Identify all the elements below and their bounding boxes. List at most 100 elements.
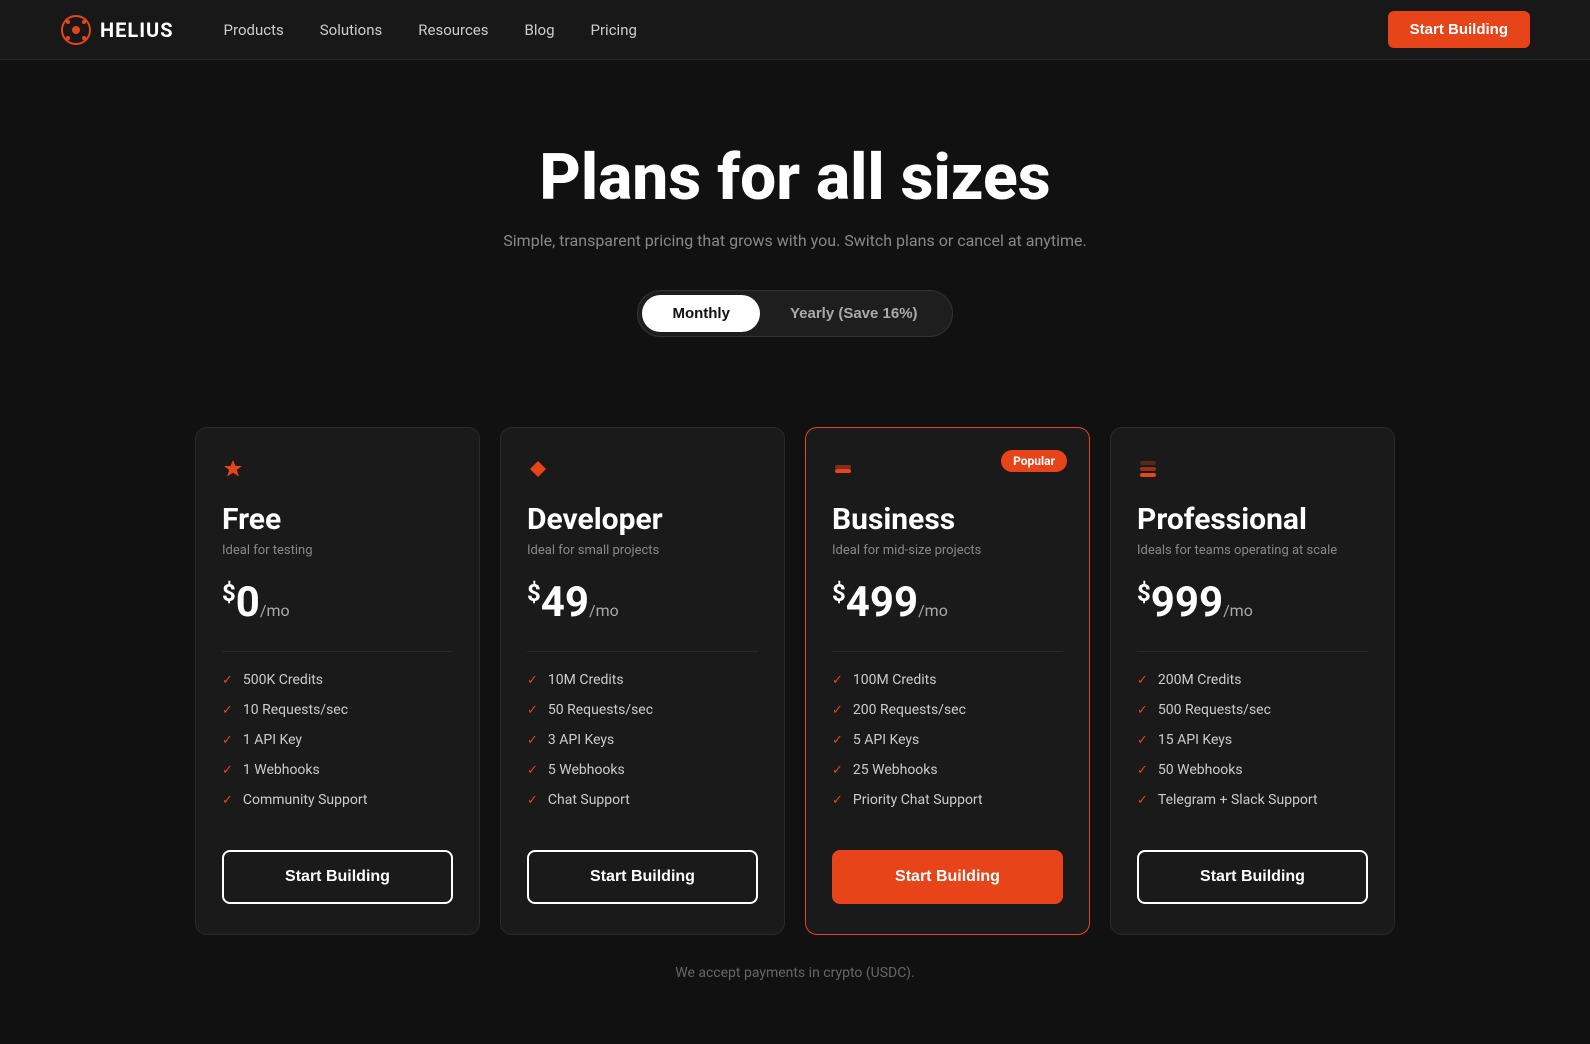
feature-item: ✓ 15 API Keys — [1137, 732, 1368, 748]
feature-item: ✓ 200M Credits — [1137, 672, 1368, 688]
feature-item: ✓100M Credits — [832, 672, 1063, 688]
logo-icon — [60, 14, 92, 46]
plan-card-professional: Professional Ideals for teams operating … — [1110, 427, 1395, 935]
feature-item: ✓ 50 Requests/sec — [527, 702, 758, 718]
feature-item: ✓Telegram + Slack Support — [1137, 792, 1368, 808]
plan-price: $499/mo — [832, 578, 1063, 627]
nav-resources[interactable]: Resources — [418, 21, 488, 39]
plan-desc: Ideal for mid-size projects — [832, 543, 1063, 558]
feature-item: ✓ 10M Credits — [527, 672, 758, 688]
nav-products[interactable]: Products — [224, 21, 284, 39]
plan-name: Free — [222, 502, 453, 537]
yearly-toggle[interactable]: Yearly (Save 16%) — [760, 295, 948, 332]
feature-text: 15 API Keys — [1158, 732, 1232, 748]
check-icon: ✓ — [527, 793, 538, 808]
check-icon: ✓ — [1137, 763, 1148, 778]
feature-text: 100M Credits — [853, 672, 937, 688]
feature-text: 25 Webhooks — [853, 762, 938, 778]
feature-text: 200M Credits — [1158, 672, 1242, 688]
plan-cta-button[interactable]: Start Building — [832, 850, 1063, 904]
feature-item: ✓ Chat Support — [527, 792, 758, 808]
feature-item: ✓ 200 Requests/sec — [832, 702, 1063, 718]
footer-note: We accept payments in crypto (USDC). — [0, 935, 1590, 1001]
currency-symbol: $ — [1137, 579, 1151, 607]
hero-subtitle: Simple, transparent pricing that grows w… — [20, 231, 1570, 250]
feature-item: ✓50 Webhooks — [1137, 762, 1368, 778]
currency-symbol: $ — [222, 579, 236, 607]
plan-price: $49/mo — [527, 578, 758, 627]
feature-text: Chat Support — [548, 792, 630, 808]
price-suffix: /mo — [260, 601, 290, 620]
feature-item: ✓ 25 Webhooks — [832, 762, 1063, 778]
feature-text: 200 Requests/sec — [853, 702, 966, 718]
billing-toggle: Monthly Yearly (Save 16%) — [637, 290, 952, 337]
hero-section: Plans for all sizes Simple, transparent … — [0, 60, 1590, 387]
price-suffix: /mo — [918, 601, 948, 620]
plan-divider — [527, 651, 758, 652]
check-icon: ✓ — [832, 703, 843, 718]
check-icon: ✓ — [222, 763, 233, 778]
pricing-grid: Free Ideal for testing $0/mo ✓500K Credi… — [155, 427, 1435, 935]
feature-item: ✓ 500K Credits — [222, 672, 453, 688]
price-suffix: /mo — [1223, 601, 1253, 620]
check-icon: ✓ — [527, 733, 538, 748]
check-icon: ✓ — [527, 763, 538, 778]
feature-text: 50 Requests/sec — [548, 702, 653, 718]
plan-icon-free — [222, 458, 453, 486]
check-icon: ✓ — [222, 673, 233, 688]
plan-cta-button[interactable]: Start Building — [1137, 850, 1368, 904]
plan-divider — [1137, 651, 1368, 652]
check-icon: ✓ — [1137, 673, 1148, 688]
feature-text: 1 Webhooks — [243, 762, 320, 778]
plan-desc: Ideal for testing — [222, 543, 453, 558]
plan-name: Professional — [1137, 502, 1368, 537]
plan-card-business: Popular Business Ideal for mid-size proj… — [805, 427, 1090, 935]
feature-text: 5 API Keys — [853, 732, 919, 748]
check-icon: ✓ — [527, 703, 538, 718]
feature-text: 5 Webhooks — [548, 762, 625, 778]
check-icon: ✓ — [1137, 733, 1148, 748]
feature-item: ✓ 500 Requests/sec — [1137, 702, 1368, 718]
feature-text: Priority Chat Support — [853, 792, 983, 808]
plan-features-list: ✓500K Credits✓10 Requests/sec✓1 API Key✓… — [222, 672, 453, 822]
feature-item: ✓ 5 API Keys — [832, 732, 1063, 748]
nav-cta-button[interactable]: Start Building — [1388, 11, 1530, 48]
check-icon: ✓ — [527, 673, 538, 688]
check-icon: ✓ — [1137, 703, 1148, 718]
currency-symbol: $ — [832, 579, 846, 607]
feature-text: 10 Requests/sec — [243, 702, 348, 718]
nav-links: Products Solutions Resources Blog Pricin… — [224, 21, 1388, 39]
plan-icon-professional — [1137, 458, 1368, 486]
plan-divider — [222, 651, 453, 652]
plan-desc: Ideals for teams operating at scale — [1137, 543, 1368, 558]
check-icon: ✓ — [832, 763, 843, 778]
feature-text: 1 API Key — [243, 732, 302, 748]
check-icon: ✓ — [222, 793, 233, 808]
plan-card-free: Free Ideal for testing $0/mo ✓500K Credi… — [195, 427, 480, 935]
feature-text: 500K Credits — [243, 672, 323, 688]
monthly-toggle[interactable]: Monthly — [642, 295, 760, 332]
currency-symbol: $ — [527, 579, 541, 607]
nav-pricing[interactable]: Pricing — [591, 21, 637, 39]
check-icon: ✓ — [222, 733, 233, 748]
plan-cta-button[interactable]: Start Building — [222, 850, 453, 904]
nav-solutions[interactable]: Solutions — [320, 21, 383, 39]
feature-text: 3 API Keys — [548, 732, 614, 748]
feature-text: 500 Requests/sec — [1158, 702, 1271, 718]
plan-features-list: ✓ 200M Credits ✓ 500 Requests/sec ✓ 15 API Ke… — [1137, 672, 1368, 822]
feature-item: ✓ 1 Webhooks — [222, 762, 453, 778]
logo[interactable]: HELIUS — [60, 14, 174, 46]
feature-item: ✓Community Support — [222, 792, 453, 808]
check-icon: ✓ — [222, 703, 233, 718]
feature-text: 10M Credits — [548, 672, 624, 688]
check-icon: ✓ — [832, 733, 843, 748]
logo-text: HELIUS — [100, 18, 174, 42]
plan-name: Developer — [527, 502, 758, 537]
hero-title: Plans for all sizes — [20, 140, 1570, 215]
feature-item: ✓ 10 Requests/sec — [222, 702, 453, 718]
nav-blog[interactable]: Blog — [525, 21, 555, 39]
plan-features-list: ✓ 10M Credits ✓ 50 Requests/sec ✓ 3 API Keys ✓… — [527, 672, 758, 822]
plan-price: $999/mo — [1137, 578, 1368, 627]
feature-item: ✓ 1 API Key — [222, 732, 453, 748]
plan-cta-button[interactable]: Start Building — [527, 850, 758, 904]
